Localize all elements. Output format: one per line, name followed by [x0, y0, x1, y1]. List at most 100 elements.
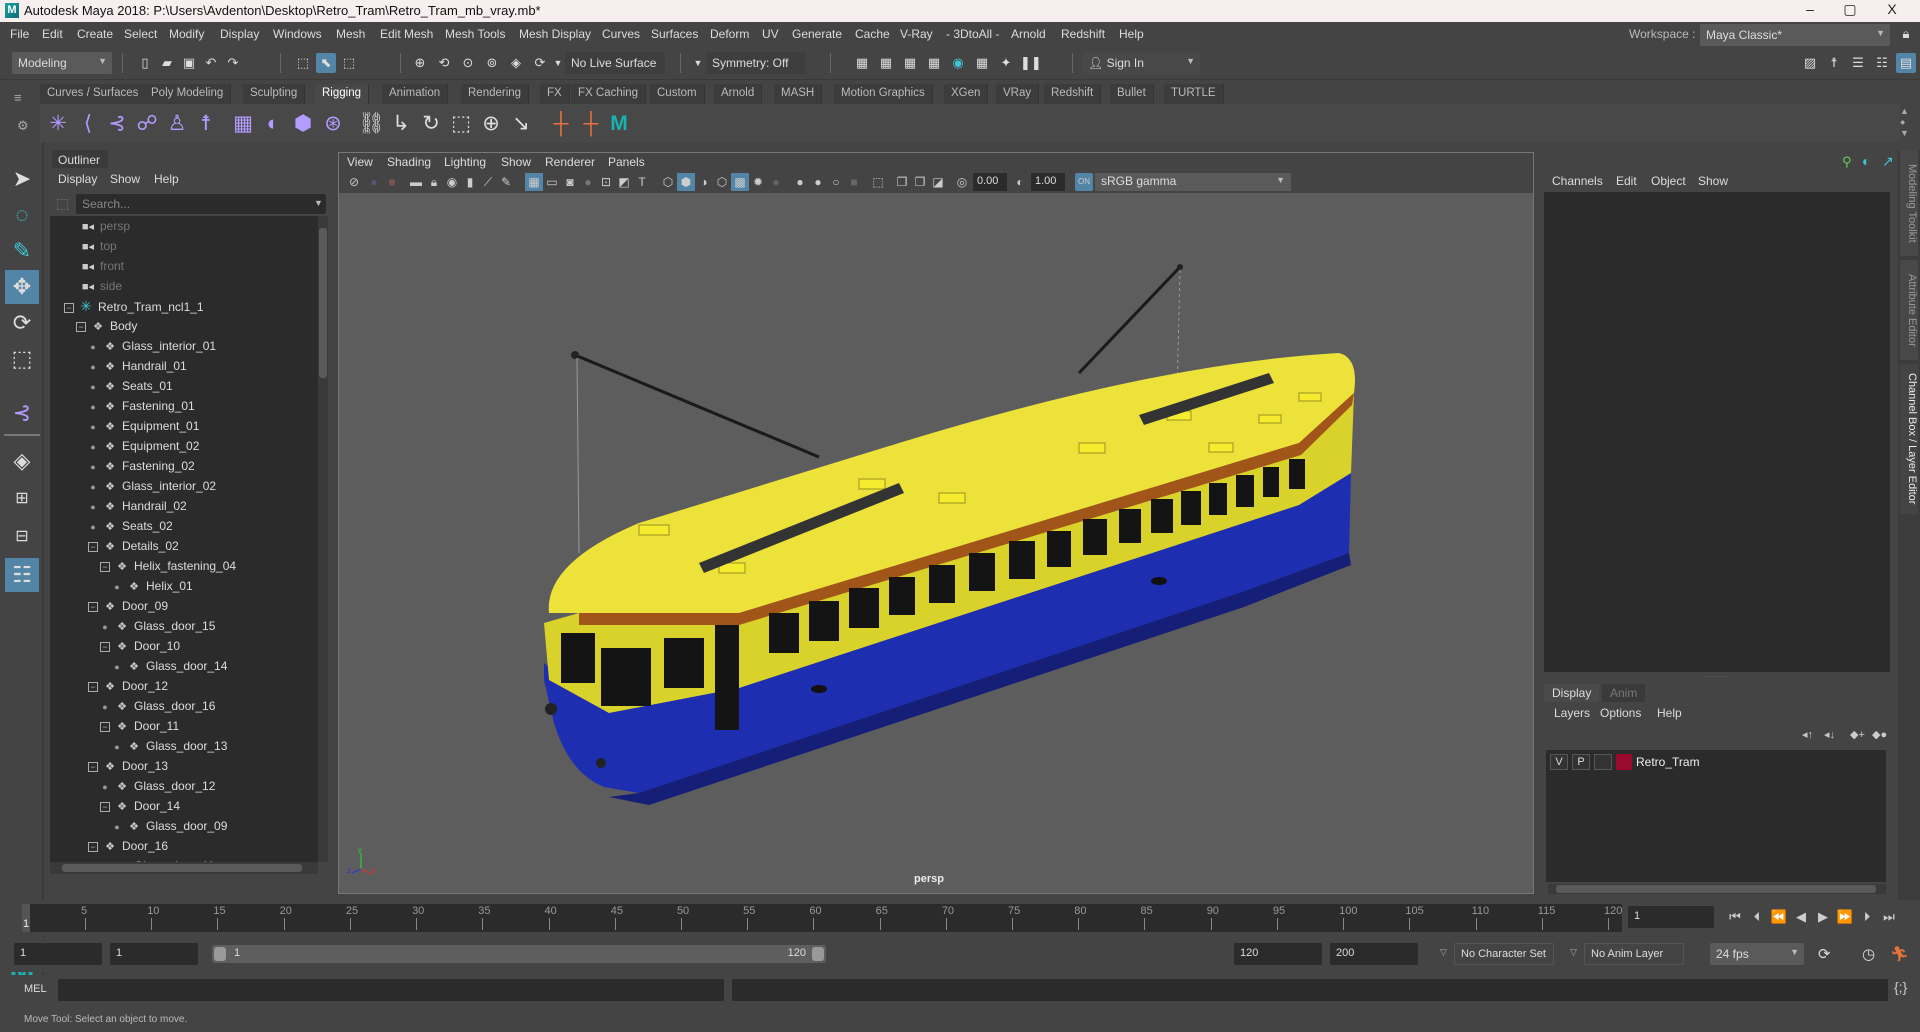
gamma-field[interactable]: 1.00	[1031, 173, 1065, 191]
workspace-dropdown[interactable]: Maya Classic* ▼	[1700, 24, 1890, 46]
parent-constraint-icon[interactable]: ⛓	[358, 111, 385, 137]
channel-box-menu-show[interactable]: Show	[1698, 174, 1728, 188]
shelf-tab-poly-modeling[interactable]: Poly Modeling	[144, 84, 232, 104]
render-frame-icon[interactable]: ▦	[876, 53, 896, 73]
outliner-item[interactable]: ● ❖ Fastening_02	[88, 456, 194, 476]
resolution-gate-icon[interactable]: ◙	[561, 173, 579, 191]
command-input[interactable]	[58, 979, 724, 1001]
outliner-item[interactable]: − ❖ Door_09	[88, 596, 168, 616]
outliner-item[interactable]: ■◂ side	[80, 276, 122, 296]
film-gate-icon[interactable]: ▭	[543, 173, 561, 191]
outliner-item[interactable]: ● ❖ Glass_door_09	[112, 816, 227, 836]
tab-channel-box-layer-editor[interactable]: Channel Box / Layer Editor	[1900, 364, 1918, 514]
new-scene-icon[interactable]: ▯	[135, 53, 155, 73]
menu-surfaces[interactable]: Surfaces	[651, 27, 698, 41]
textured-icon[interactable]: ▩	[731, 173, 749, 191]
modeling-toolkit-icon[interactable]: ▨	[1800, 53, 1820, 73]
collapse-icon[interactable]: −	[100, 801, 110, 812]
xray-joints-icon[interactable]: ❐	[911, 173, 929, 191]
layer-menu-layers[interactable]: Layers	[1554, 706, 1590, 720]
chevron-down-icon[interactable]: ▽	[1440, 947, 1447, 958]
outliner-item[interactable]: ● ❖ Handrail_02	[88, 496, 186, 516]
outliner-item[interactable]: ● ❖ Equipment_02	[88, 436, 199, 456]
scale-tool-icon[interactable]: ⬚	[5, 342, 39, 376]
outliner-item[interactable]: − ❖ Door_13	[88, 756, 168, 776]
2d-pan-zoom-icon[interactable]: ⟋	[479, 173, 497, 191]
select-tool-icon[interactable]: ➤	[5, 162, 39, 196]
four-view-layout-icon[interactable]: ⊞	[5, 482, 39, 516]
outliner-menu-show[interactable]: Show	[110, 172, 140, 186]
bookmarks-icon[interactable]: ■	[383, 173, 401, 191]
shelf-tab-rigging[interactable]: Rigging	[315, 84, 369, 104]
shelf-tab-redshift[interactable]: Redshift	[1044, 84, 1102, 104]
viewport-menu-renderer[interactable]: Renderer	[545, 155, 595, 169]
menu-curves[interactable]: Curves	[602, 27, 640, 41]
grid-icon[interactable]: ▦	[525, 173, 543, 191]
select-camera-icon[interactable]: ⊘	[345, 173, 363, 191]
collapse-icon[interactable]: −	[88, 681, 98, 692]
mirror-joint-icon[interactable]: ⊰	[104, 111, 130, 137]
refresh-icon[interactable]: ◐	[1862, 153, 1870, 169]
menu-vray[interactable]: V-Ray	[900, 27, 933, 41]
move-layer-down-icon[interactable]: ◂↓	[1824, 728, 1835, 741]
outliner-horizontal-scrollbar[interactable]	[50, 862, 318, 874]
tab-display[interactable]: Display	[1544, 684, 1600, 702]
step-forward-frame-icon[interactable]: ⏵	[1858, 908, 1876, 926]
layer-name[interactable]: Retro_Tram	[1636, 755, 1700, 769]
safe-title-icon[interactable]: T	[633, 173, 651, 191]
render-settings-window-icon[interactable]: ▦	[972, 53, 992, 73]
menu-edit-mesh[interactable]: Edit Mesh	[380, 27, 433, 41]
outliner-item[interactable]: ● ❖ Equipment_01	[88, 416, 199, 436]
image-plane-icon[interactable]: ▬	[407, 173, 425, 191]
viewport-canvas[interactable]: y x z persp	[339, 193, 1533, 893]
outliner-item[interactable]: − ❖ Door_11	[100, 716, 179, 736]
move-layer-up-icon[interactable]: ◂↑	[1802, 728, 1813, 741]
close-button[interactable]: X	[1872, 1, 1912, 17]
scrollbar-thumb[interactable]	[62, 864, 302, 872]
menu-mesh[interactable]: Mesh	[336, 27, 365, 41]
bind-skin-icon[interactable]: ▦	[230, 111, 256, 137]
shelf-tab-arnold[interactable]: Arnold	[714, 84, 763, 104]
outliner-item[interactable]: ● ❖ Glass_interior_01	[88, 336, 216, 356]
gamma-icon[interactable]: ◐	[1011, 173, 1029, 191]
menu-3dtoall[interactable]: - 3DtoAll -	[946, 27, 999, 41]
grease-pencil-icon[interactable]: ✎	[497, 173, 515, 191]
outliner-menu-help[interactable]: Help	[154, 172, 179, 186]
exposure-field[interactable]: 0.00	[973, 173, 1007, 191]
loop-icon[interactable]: ⟳	[1818, 945, 1831, 963]
minimize-button[interactable]: –	[1790, 1, 1830, 17]
parent-locator-icon[interactable]: ┼	[578, 111, 604, 137]
depth-of-field-icon[interactable]: ■	[845, 173, 863, 191]
humanik-icon[interactable]: ☨	[1824, 53, 1844, 73]
outliner-menu-display[interactable]: Display	[58, 172, 97, 186]
rotate-tool-icon[interactable]: ⟳	[5, 306, 39, 340]
layer-display-type-toggle[interactable]	[1594, 754, 1612, 770]
outliner-item[interactable]: ● ❖ Glass_door_16	[100, 696, 215, 716]
range-slider[interactable]: 1 120	[212, 945, 826, 963]
render-view-icon[interactable]: ▦	[924, 53, 944, 73]
anti-aliasing-icon[interactable]: ○	[827, 173, 845, 191]
step-back-frame-icon[interactable]: ⏴	[1748, 908, 1766, 926]
layer-color-swatch[interactable]	[1616, 754, 1632, 770]
arrow-icon[interactable]: ↗	[1882, 153, 1894, 170]
single-perspective-layout-icon[interactable]: ◈	[5, 444, 39, 478]
lasso-tool-icon[interactable]: ◌	[5, 198, 39, 232]
current-frame-field[interactable]: 1	[1628, 906, 1714, 928]
shelf-tab-mash[interactable]: MASH	[774, 84, 823, 104]
menu-cache[interactable]: Cache	[855, 27, 890, 41]
shadows-icon[interactable]: ●	[767, 173, 785, 191]
viewport-menu-show[interactable]: Show	[501, 155, 531, 169]
aim-constraint-icon[interactable]: ⊕	[478, 111, 504, 137]
hypershade-icon[interactable]: ◉	[948, 53, 968, 73]
snap-grid-icon[interactable]: ⊕	[410, 53, 430, 73]
outliner-item[interactable]: ● ❖ Handrail_01	[88, 356, 186, 376]
menu-help[interactable]: Help	[1119, 27, 1144, 41]
shelf-tab-bullet[interactable]: Bullet	[1110, 84, 1154, 104]
shelf-tab-turtle[interactable]: TURTLE	[1164, 84, 1224, 104]
bookmark-icon[interactable]: ▮	[461, 173, 479, 191]
move-tool-icon[interactable]: ✥	[5, 270, 39, 304]
collapse-icon[interactable]: −	[100, 721, 110, 732]
collapse-icon[interactable]: −	[88, 761, 98, 772]
playback-end-field[interactable]: 120	[1234, 943, 1322, 965]
cluster-icon[interactable]: ⊛	[320, 111, 346, 137]
